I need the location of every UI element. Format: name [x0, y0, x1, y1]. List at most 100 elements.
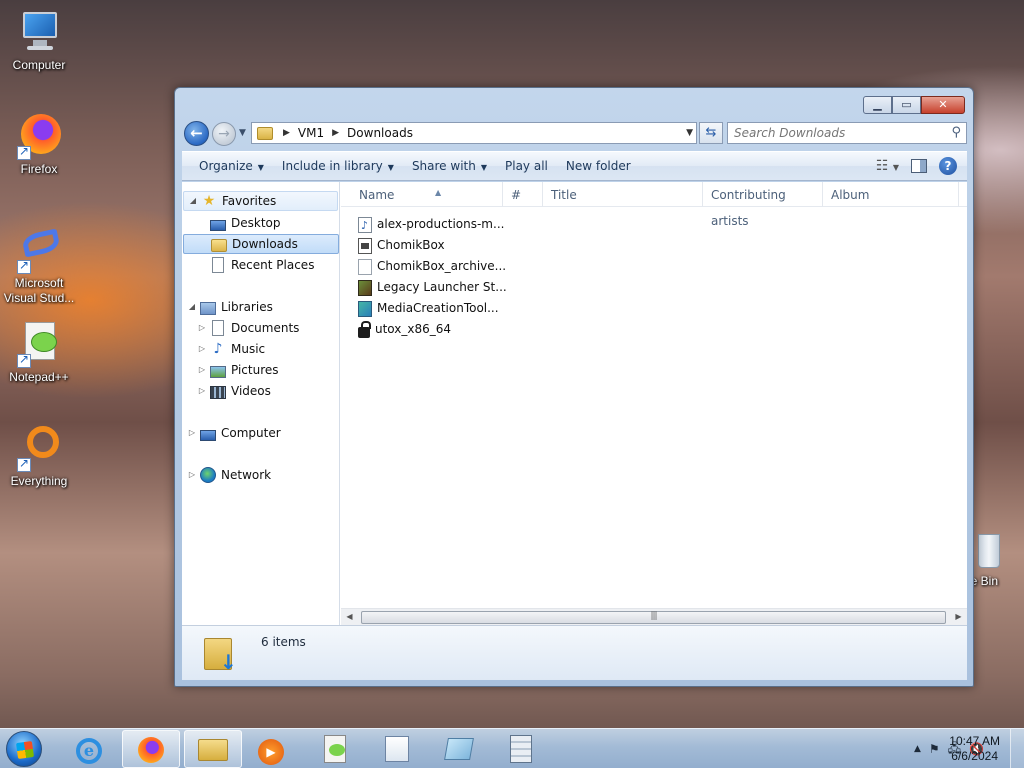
collapse-triangle-icon[interactable]: ◢	[187, 297, 197, 317]
file-row[interactable]: ChomikBox	[358, 235, 445, 256]
maximize-button[interactable]: ▭	[892, 96, 921, 114]
share-with-label: Share with	[411, 159, 476, 173]
start-button[interactable]	[6, 731, 42, 767]
show-hidden-icons-icon[interactable]: ▲	[914, 744, 921, 754]
sort-ascending-icon: ▲	[435, 188, 442, 197]
close-icon: ✕	[938, 98, 948, 111]
column-label: Title	[551, 188, 577, 202]
column-album[interactable]: Album	[823, 182, 959, 207]
new-folder-button[interactable]: New folder	[557, 154, 640, 178]
minecraft-launcher-icon	[358, 279, 372, 296]
column-header: Name ▲ # Title Contributing artists Album	[341, 182, 967, 228]
taskbar-notepadpp[interactable]	[306, 730, 364, 768]
breadcrumb-vm1[interactable]: VM1	[298, 126, 324, 140]
blank-file-icon	[358, 258, 372, 275]
taskbar-file-explorer[interactable]	[184, 730, 242, 768]
firefox-icon	[15, 112, 63, 160]
scroll-left-icon[interactable]: ◀	[341, 609, 358, 626]
nav-recent-places[interactable]: Recent Places	[183, 255, 338, 275]
nav-documents[interactable]: ▷ Documents	[183, 318, 338, 338]
scroll-right-icon[interactable]: ▶	[950, 609, 967, 626]
column-title[interactable]: Title	[543, 182, 703, 207]
file-row[interactable]: ChomikBox_archive...	[358, 256, 506, 277]
taskbar-internet-explorer[interactable]: e	[60, 730, 118, 768]
details-pane: ↓ 6 items	[182, 625, 967, 680]
address-dropdown-icon[interactable]: ▼	[686, 128, 693, 138]
horizontal-scrollbar[interactable]: ◀ ||| ▶	[341, 608, 967, 625]
nav-music[interactable]: ▷ ♪ Music	[183, 339, 338, 359]
taskbar-wordpad[interactable]	[368, 730, 426, 768]
show-desktop-button[interactable]	[1010, 729, 1024, 768]
nav-computer[interactable]: ▷ Computer	[183, 423, 338, 443]
file-explorer-icon	[198, 739, 228, 761]
refresh-button[interactable]: ⇆	[699, 122, 723, 144]
organize-button[interactable]: Organize ▼	[190, 154, 273, 178]
nav-label: Documents	[231, 321, 300, 335]
recent-pages-dropdown[interactable]: ▼	[239, 128, 246, 138]
minimize-button[interactable]: ▁	[863, 96, 892, 114]
include-in-library-button[interactable]: Include in library ▼	[273, 154, 403, 178]
taskbar-media-player[interactable]: ▶	[242, 730, 300, 768]
nav-network[interactable]: ▷ Network	[183, 465, 338, 485]
change-view-icon[interactable]: ☷ ▼	[876, 158, 899, 174]
preview-pane-icon[interactable]	[911, 159, 927, 173]
file-row[interactable]: Legacy Launcher St...	[358, 277, 507, 298]
column-track-number[interactable]: #	[503, 182, 543, 207]
maximize-icon: ▭	[901, 98, 912, 111]
breadcrumb-separator-icon[interactable]: ▶	[332, 128, 339, 138]
action-center-flag-icon[interactable]: ⚑	[929, 742, 940, 756]
search-box[interactable]: ⚲	[727, 122, 967, 144]
expand-triangle-icon[interactable]: ▷	[197, 339, 207, 359]
expand-triangle-icon[interactable]: ▷	[197, 360, 207, 380]
address-bar[interactable]: ▶ VM1 ▶ Downloads ▼	[251, 122, 697, 144]
close-button[interactable]: ✕	[921, 96, 965, 114]
play-all-button[interactable]: Play all	[496, 154, 557, 178]
column-label: Name	[359, 188, 395, 202]
desktop-icon-notepadpp[interactable]: Notepad++	[0, 320, 78, 385]
breadcrumb-separator-icon[interactable]: ▶	[283, 128, 290, 138]
taskbar-firefox[interactable]	[122, 730, 180, 768]
nav-pictures[interactable]: ▷ Pictures	[183, 360, 338, 380]
file-row[interactable]: MediaCreationTool...	[358, 298, 499, 319]
internet-explorer-icon: e	[76, 738, 102, 764]
nav-favorites[interactable]: ◢ ★ Favorites	[183, 191, 338, 211]
expand-triangle-icon[interactable]: ▷	[187, 423, 197, 443]
expand-triangle-icon[interactable]: ▷	[197, 318, 207, 338]
desktop-icon-everything[interactable]: Everything	[0, 424, 78, 489]
help-icon[interactable]: ?	[939, 157, 957, 175]
taskbar-calculator[interactable]	[492, 730, 550, 768]
nav-libraries[interactable]: ◢ Libraries	[183, 297, 338, 317]
clock-date: 6/6/2024	[951, 749, 998, 763]
scrollbar-thumb[interactable]: |||	[361, 611, 946, 624]
breadcrumb-downloads[interactable]: Downloads	[347, 126, 413, 140]
navigation-pane: ◢ ★ Favorites Desktop Downloads Recent P…	[182, 182, 340, 625]
column-label: #	[511, 188, 522, 202]
file-row[interactable]: utox_x86_64	[358, 319, 451, 340]
column-name[interactable]: Name ▲	[351, 182, 503, 207]
collapse-triangle-icon[interactable]: ◢	[188, 191, 198, 211]
explorer-body: ◢ ★ Favorites Desktop Downloads Recent P…	[182, 182, 967, 625]
desktop-icon-firefox[interactable]: Firefox	[0, 112, 78, 177]
file-row[interactable]: alex-productions-m...	[358, 214, 504, 236]
share-with-button[interactable]: Share with ▼	[403, 154, 496, 178]
forward-button[interactable]: →	[212, 122, 236, 146]
visual-studio-icon	[15, 226, 63, 274]
paint-icon	[444, 738, 474, 760]
desktop-icon-visual-studio[interactable]: Microsoft Visual Stud...	[0, 226, 78, 306]
taskbar-paint[interactable]	[430, 730, 488, 768]
expand-triangle-icon[interactable]: ▷	[187, 465, 197, 485]
column-contributing-artists[interactable]: Contributing artists	[703, 182, 823, 228]
search-icon[interactable]: ⚲	[951, 125, 961, 140]
network-icon	[200, 467, 216, 483]
expand-triangle-icon[interactable]: ▷	[197, 381, 207, 401]
nav-downloads[interactable]: Downloads	[183, 234, 339, 254]
desktop-icon-computer[interactable]: Computer	[0, 8, 78, 73]
back-button[interactable]: ←	[184, 121, 209, 146]
search-input[interactable]	[728, 123, 928, 143]
nav-label: Music	[231, 342, 266, 356]
clock[interactable]: 10:47 AM 6/6/2024	[949, 734, 1000, 764]
file-name: utox_x86_64	[375, 322, 452, 336]
nav-videos[interactable]: ▷ Videos	[183, 381, 338, 401]
nav-desktop[interactable]: Desktop	[183, 213, 338, 233]
star-icon: ★	[202, 193, 216, 209]
